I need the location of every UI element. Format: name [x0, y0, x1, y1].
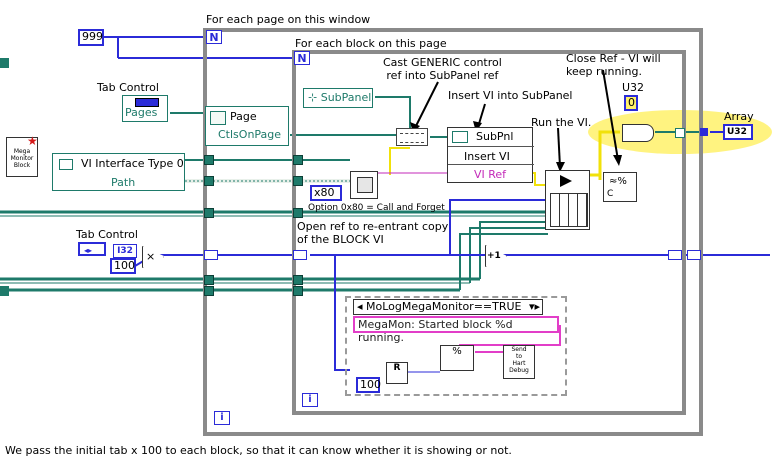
inner-shift-register-right	[668, 250, 682, 260]
insert-note: Insert VI into SubPanel	[448, 89, 573, 102]
increment-label: +1	[487, 251, 501, 261]
tab-control-icon: ◂▸	[84, 246, 93, 255]
megamon-format-string[interactable]: MegaMon: Started block %d running.	[353, 316, 559, 344]
subpanel-ref-label: SubPanel	[320, 91, 372, 104]
outer-loop-label: For each page on this window	[206, 13, 371, 26]
path-label: Path	[111, 176, 136, 189]
run-note: Run the VI.	[531, 116, 592, 129]
run-grid-icon	[550, 193, 588, 227]
tunnel-1	[204, 155, 214, 165]
subpanel-reference[interactable]: ⊹ SubPanel	[303, 88, 373, 108]
subpnl-label: SubPnl	[476, 130, 514, 143]
case-left-arrow-icon: ◂	[357, 300, 363, 313]
insert-vi-label: Insert VI	[464, 150, 510, 163]
i32-type-node: I32	[113, 244, 137, 258]
hundred-constant-top[interactable]: 100	[110, 258, 136, 274]
mega-monitor-text: Mega Monitor Block	[10, 148, 34, 169]
option-x80-constant[interactable]: x80	[310, 185, 342, 201]
close-note: Close Ref - VI will keep running.	[566, 52, 661, 78]
run-vi-node[interactable]	[545, 170, 590, 230]
case-selector-label: MoLogMegaMonitor==TRUE	[366, 300, 522, 313]
inner-shift-register-left	[293, 250, 307, 260]
hundred-constant-bottom[interactable]: 100	[356, 377, 381, 393]
tunnel-7	[204, 275, 214, 285]
pages-property: Pages	[125, 106, 158, 119]
subpnl-divider-2	[448, 164, 534, 165]
u32-label: U32	[622, 81, 645, 94]
tunnel-6	[293, 208, 303, 218]
tunnel-3	[204, 208, 214, 218]
subpanel-ref-icon: ⊹	[308, 91, 318, 104]
outer-loop-i-terminal: i	[214, 411, 230, 425]
zero-constant[interactable]: 0	[624, 95, 638, 111]
open-ref-icon	[357, 177, 373, 193]
footer-note: We pass the initial tab x 100 to each bl…	[5, 444, 512, 457]
cast-node[interactable]	[396, 128, 428, 146]
open-vi-reference-node[interactable]	[350, 171, 378, 199]
vi-interface-icon	[59, 159, 73, 170]
cast-note: Cast GENERIC control ref into SubPanel r…	[383, 56, 502, 82]
case-selector[interactable]: ◂ MoLogMegaMonitor==TRUE ▾▸	[353, 299, 543, 315]
tab-control-terminal[interactable]: ◂▸	[78, 242, 106, 256]
multiply-symbol: ×	[146, 250, 156, 263]
to-u32-conversion	[622, 124, 654, 142]
close-ref-icon: ≈%	[609, 176, 627, 187]
vi-ref-label: VI Ref	[474, 168, 507, 181]
tunnel-10	[293, 286, 303, 296]
mega-monitor-block-icon[interactable]: ★ Mega Monitor Block	[6, 134, 38, 177]
page-property-node[interactable]: Page CtlsOnPage	[205, 106, 289, 146]
inner-loop-label: For each block on this page	[295, 37, 447, 50]
array-label: Array	[724, 110, 754, 123]
tunnel-8	[293, 275, 303, 285]
inner-loop-n-terminal: N	[294, 51, 310, 65]
u32-array-indicator[interactable]: U32	[723, 124, 753, 140]
left-arrow-terminal	[0, 58, 9, 68]
vi-interface-type-node[interactable]: VI Interface Type 0 Path	[52, 153, 185, 191]
outer-shift-register-right	[687, 250, 701, 260]
close-c-label: C	[607, 189, 614, 199]
tab-control-label-bottom: Tab Control	[76, 228, 138, 241]
tab-control-pages-node[interactable]: Pages	[122, 95, 168, 122]
tab-control-label-top: Tab Control	[97, 81, 159, 94]
open-ref-note: Open ref to re-entrant copy of the BLOCK…	[297, 220, 449, 246]
tunnel-4	[293, 155, 303, 165]
case-dropdown-icon: ▾▸	[528, 300, 540, 313]
tunnel-2	[204, 176, 214, 186]
ctls-on-page-label: CtlsOnPage	[218, 128, 282, 141]
send-hart-text: Send to Hart Debug	[509, 346, 529, 374]
page-property-icon	[210, 111, 226, 125]
option-note: Option 0x80 = Call and Forget	[308, 203, 445, 213]
tunnel-9	[204, 286, 214, 296]
cast-icon	[400, 133, 424, 143]
index-tunnel	[675, 128, 685, 138]
tunnel-5	[293, 176, 303, 186]
send-to-hart-debug[interactable]: Send to Hart Debug	[503, 345, 535, 379]
index-tunnel-outer	[700, 128, 708, 136]
subpnl-divider	[448, 146, 534, 147]
close-reference-node[interactable]: ≈% C	[603, 172, 637, 202]
subpnl-icon	[452, 131, 468, 143]
quotient-node[interactable]: R	[386, 362, 408, 384]
iteration-count-constant[interactable]: 999	[78, 29, 104, 46]
play-icon	[560, 175, 572, 187]
outer-shift-register-left	[204, 250, 218, 260]
format-into-string-node[interactable]: %	[440, 345, 474, 371]
red-star-icon: ★	[27, 134, 38, 148]
page-property-label: Page	[230, 110, 257, 123]
subpanel-invoke-node[interactable]: SubPnl Insert VI VI Ref	[447, 127, 534, 183]
inner-loop-i-terminal: i	[302, 393, 318, 407]
outer-loop-n-terminal: N	[206, 30, 222, 44]
left-arrow-terminal-bottom	[0, 286, 9, 296]
vi-interface-label: VI Interface Type 0	[81, 157, 184, 170]
